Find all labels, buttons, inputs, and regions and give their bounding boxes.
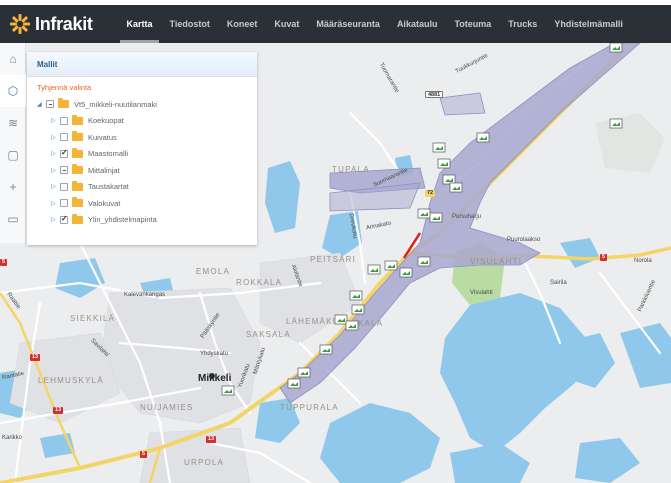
road-number-badge: 13 <box>30 354 41 361</box>
district-label: PEITSARI <box>310 255 357 264</box>
district-label: VISULAHTI <box>470 257 523 266</box>
models-panel: Mallit Tyhjennä valinta ◢ Vt5_mikkeli-nu… <box>27 52 257 245</box>
tree-root-label: Vt5_mikkeli-nuutilanmaki <box>74 99 157 109</box>
nav-tab-aikataulu[interactable]: Aikataulu <box>388 5 446 43</box>
district-label: URPOLA <box>184 458 225 467</box>
street-label: Norola <box>634 258 652 264</box>
road-number-badge: 5 <box>140 451 148 458</box>
folder-icon <box>72 147 83 158</box>
road-number-badge: 5 <box>0 259 8 266</box>
district-label: SIEKKILÄ <box>70 314 116 323</box>
nav-tab-tiedostot[interactable]: Tiedostot <box>161 5 218 43</box>
tree-item-label: Koekuopat <box>88 116 124 126</box>
road-number-badge: 4881 <box>425 91 444 98</box>
city-label: Mikkeli <box>198 373 232 384</box>
layer-checkbox[interactable] <box>60 166 68 175</box>
district-label: ROKKALA <box>236 278 283 287</box>
layer-checkbox[interactable] <box>60 199 68 208</box>
nav-tab-m-r-seuranta[interactable]: Määräseuranta <box>308 5 389 43</box>
tree-item-label: Mittalinjat <box>88 165 120 175</box>
collapse-arrow-icon[interactable]: ◢ <box>37 101 46 108</box>
street-label: Puurolaakso <box>507 237 541 243</box>
cube-icon[interactable]: ⬡ <box>0 75 26 107</box>
nav-tab-kartta[interactable]: Kartta <box>118 5 161 43</box>
tree-item-label: Taustakartat <box>88 182 129 192</box>
street-label: Yhdyskatu <box>200 351 229 357</box>
infrakit-logo-icon <box>10 14 30 34</box>
nav-tab-toteuma[interactable]: Toteuma <box>446 5 500 43</box>
layer-checkbox[interactable] <box>60 133 68 142</box>
tree-item[interactable]: ▷ Kuivatus <box>37 129 257 146</box>
district-label: TUPALA <box>332 165 370 174</box>
logo[interactable]: Infrakit <box>0 5 118 43</box>
tree-item-label: Valokuvat <box>88 198 121 208</box>
district-label: NUIJAMIES <box>140 403 194 412</box>
expand-arrow-icon[interactable]: ▷ <box>51 183 60 190</box>
district-label: TUPPURALA <box>280 403 339 412</box>
district-label: LEHMUSKYLÄ <box>38 376 104 385</box>
root-checkbox[interactable] <box>46 100 54 109</box>
folder-icon <box>72 180 83 191</box>
street-label: Pursuharju <box>452 214 482 220</box>
tree-item-label: Maastomalli <box>88 149 129 159</box>
expand-arrow-icon[interactable]: ▷ <box>51 150 60 157</box>
main-nav: Kartta Tiedostot Koneet Kuvat Määräseuranta A… <box>118 5 631 43</box>
road-number-badge: 72 <box>425 190 436 197</box>
nav-tab-trucks[interactable]: Trucks <box>500 5 546 43</box>
road-number-badge: 5 <box>600 254 608 261</box>
document-icon[interactable]: ▢ <box>0 139 26 171</box>
folder-icon <box>72 131 83 142</box>
panel-title: Mallit <box>27 52 257 77</box>
district-label: KALA <box>358 319 384 328</box>
tree-item[interactable]: ▷ Maastomalli <box>37 146 257 163</box>
add-icon[interactable]: + <box>0 171 26 203</box>
tree-item[interactable]: ▷ Koekuopat <box>37 113 257 130</box>
image-icon[interactable]: ▭ <box>0 203 26 235</box>
tree-item[interactable]: ▷ Mittalinjat <box>37 162 257 179</box>
tree-item[interactable]: ▷ Valokuvat <box>37 195 257 212</box>
road-number-badge: 13 <box>206 436 217 443</box>
map-layers-icon[interactable]: ⌂ <box>0 43 26 75</box>
model-tree: ◢ Vt5_mikkeli-nuutilanmaki ▷ Koekuopat ▷ Ku… <box>27 96 257 228</box>
stack-icon[interactable]: ≋ <box>0 107 26 139</box>
street-label: Visulahti <box>470 290 493 296</box>
expand-arrow-icon[interactable]: ▷ <box>51 167 60 174</box>
layer-checkbox[interactable] <box>60 116 68 125</box>
tree-item-label: Ylin_yhdistelmapinta <box>88 215 157 225</box>
expand-arrow-icon[interactable]: ▷ <box>51 216 60 223</box>
street-label: Sairila <box>550 280 567 286</box>
clear-selection-link[interactable]: Tyhjennä valinta <box>27 82 257 94</box>
folder-icon <box>72 164 83 175</box>
district-label: EMOLA <box>196 267 231 276</box>
nav-tab-kuvat[interactable]: Kuvat <box>266 5 308 43</box>
tree-root[interactable]: ◢ Vt5_mikkeli-nuutilanmaki <box>37 96 257 113</box>
expand-arrow-icon[interactable]: ▷ <box>51 200 60 207</box>
layer-checkbox[interactable] <box>60 182 68 191</box>
street-label: Kalevankangas <box>124 292 166 298</box>
tool-rail: ⌂ ⬡ ≋ ▢ + ▭ <box>0 43 26 243</box>
folder-icon <box>72 213 83 224</box>
folder-icon <box>72 197 83 208</box>
nav-tab-koneet[interactable]: Koneet <box>218 5 266 43</box>
tree-item[interactable]: ▷ Taustakartat <box>37 179 257 196</box>
logo-text: Infrakit <box>35 13 93 34</box>
nav-tab-yhdistelm-malli[interactable]: Yhdistelmämalli <box>546 5 632 43</box>
district-label: LÄHEMÄKI <box>286 317 337 326</box>
street-label: Karikko <box>2 435 23 441</box>
layer-checkbox[interactable] <box>60 148 68 158</box>
tree-item[interactable]: ▷ Ylin_yhdistelmapinta <box>37 212 257 229</box>
expand-arrow-icon[interactable]: ▷ <box>51 134 60 141</box>
folder-icon <box>58 98 69 109</box>
tree-item-label: Kuivatus <box>88 132 117 142</box>
expand-arrow-icon[interactable]: ▷ <box>51 117 60 124</box>
app-header: Infrakit Kartta Tiedostot Koneet Kuvat Määrä… <box>0 5 671 43</box>
district-label: SAKSALA <box>246 330 291 339</box>
folder-icon <box>72 114 83 125</box>
layer-checkbox[interactable] <box>60 214 68 224</box>
road-number-badge: 13 <box>53 407 64 414</box>
